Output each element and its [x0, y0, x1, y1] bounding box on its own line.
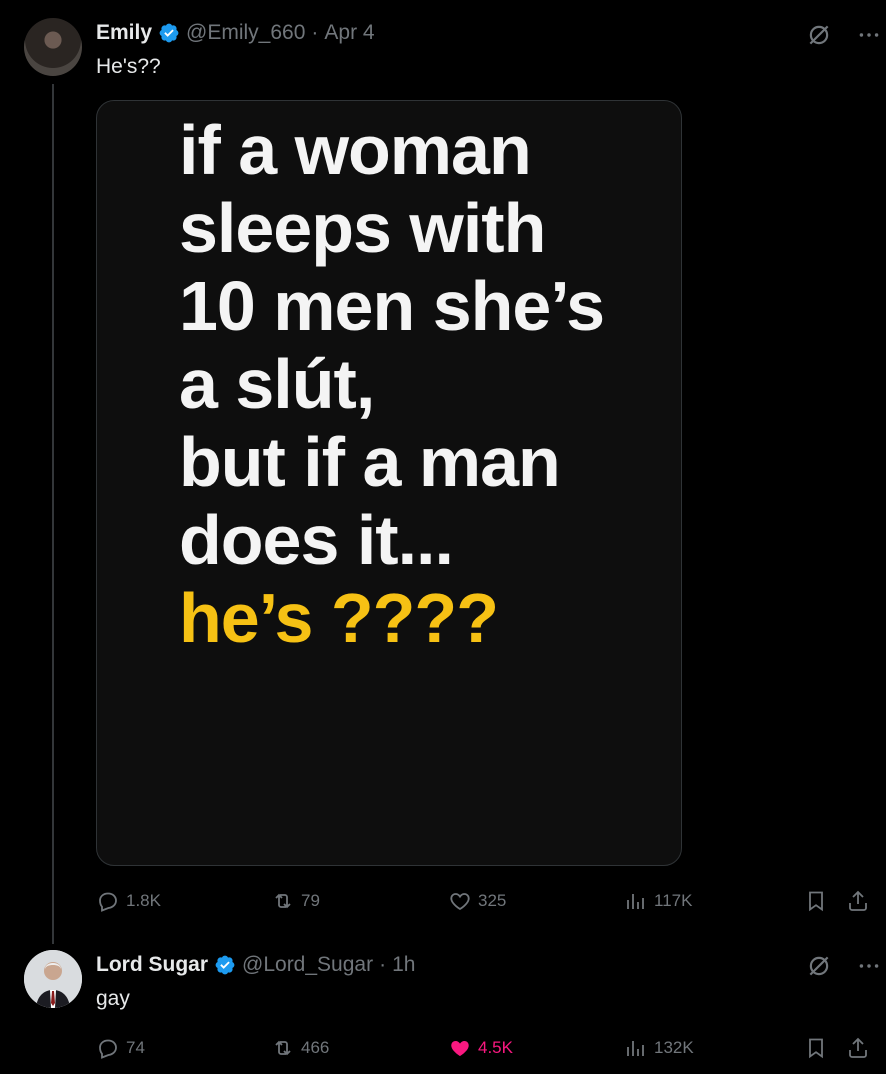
- share-button[interactable]: [846, 889, 870, 913]
- separator: ·: [379, 953, 387, 976]
- timestamp[interactable]: 1h: [392, 953, 415, 977]
- media-line: if a woman: [179, 111, 532, 189]
- display-name[interactable]: Emily: [96, 21, 152, 45]
- display-name[interactable]: Lord Sugar: [96, 953, 208, 977]
- media-text-block: if a woman sleeps with 10 men she’s a sl…: [179, 111, 605, 657]
- bookmark-icon: [809, 891, 823, 912]
- repost-button[interactable]: 79: [271, 889, 320, 913]
- tweet-top-actions: [806, 22, 882, 48]
- media-highlight-line: he’s ????: [179, 579, 499, 657]
- grok-icon[interactable]: [806, 953, 832, 979]
- views-count: 132K: [654, 1038, 694, 1057]
- views-icon: [627, 1041, 644, 1056]
- views-button[interactable]: 117K: [624, 889, 692, 913]
- views-count: 117K: [654, 891, 693, 910]
- media-line: does it...: [179, 501, 454, 579]
- repost-icon: [275, 893, 291, 909]
- thread-view: Emily @Emily_660 · Apr 4 He's?? if a wom…: [0, 0, 886, 1074]
- like-count: 4.5K: [478, 1038, 513, 1057]
- tweet-text: He's??: [96, 55, 161, 78]
- verified-badge-icon: [159, 23, 179, 43]
- grok-icon[interactable]: [806, 22, 832, 48]
- reply-icon: [99, 1039, 117, 1059]
- handle[interactable]: @Lord_Sugar: [242, 953, 373, 977]
- share-icon: [849, 1037, 867, 1058]
- more-icon[interactable]: [856, 953, 882, 979]
- verified-badge-icon: [215, 955, 235, 975]
- repost-count: 79: [301, 891, 320, 910]
- separator: ·: [311, 21, 319, 44]
- share-icon: [849, 890, 867, 911]
- media-line: a slút,: [179, 345, 375, 423]
- avatar[interactable]: [24, 950, 82, 1008]
- media-line: sleeps with: [179, 189, 546, 267]
- media-line: but if a man: [179, 423, 561, 501]
- tweet-actions: 74 466 4.5K 132K: [96, 1033, 876, 1063]
- tweet-top-actions: [806, 953, 882, 979]
- avatar[interactable]: [24, 18, 82, 76]
- views-button[interactable]: 132K: [624, 1036, 694, 1060]
- reply-button[interactable]: 74: [96, 1036, 145, 1060]
- tweet-header: Emily @Emily_660 · Apr 4: [96, 18, 375, 48]
- bookmark-icon: [809, 1038, 823, 1059]
- tweet-header: Lord Sugar @Lord_Sugar · 1h: [96, 950, 415, 980]
- repost-button[interactable]: 466: [271, 1036, 329, 1060]
- bookmark-button[interactable]: [804, 889, 828, 913]
- reply-icon: [99, 892, 117, 912]
- tweet-media-image[interactable]: if a woman sleeps with 10 men she’s a sl…: [96, 100, 682, 866]
- like-button[interactable]: 325: [448, 889, 506, 913]
- views-icon: [627, 894, 644, 909]
- timestamp[interactable]: Apr 4: [324, 21, 374, 45]
- share-button[interactable]: [846, 1036, 870, 1060]
- more-icon[interactable]: [856, 22, 882, 48]
- bookmark-button[interactable]: [804, 1036, 828, 1060]
- repost-icon: [275, 1040, 291, 1056]
- like-icon: [451, 1041, 469, 1056]
- like-button[interactable]: 4.5K: [448, 1036, 513, 1060]
- tweet-actions: 1.8K 79 325 117K: [96, 886, 876, 916]
- media-line: 10 men she’s: [179, 267, 605, 345]
- avatar-portrait-icon: [24, 950, 82, 1008]
- reply-count: 74: [126, 1038, 145, 1057]
- like-count: 325: [478, 891, 507, 910]
- reply-button[interactable]: 1.8K: [96, 889, 161, 913]
- thread-connector: [52, 84, 54, 944]
- reply-count: 1.8K: [126, 891, 161, 910]
- tweet-text: gay: [96, 987, 130, 1010]
- handle[interactable]: @Emily_660: [186, 21, 305, 45]
- like-icon: [450, 893, 470, 911]
- repost-count: 466: [301, 1038, 330, 1057]
